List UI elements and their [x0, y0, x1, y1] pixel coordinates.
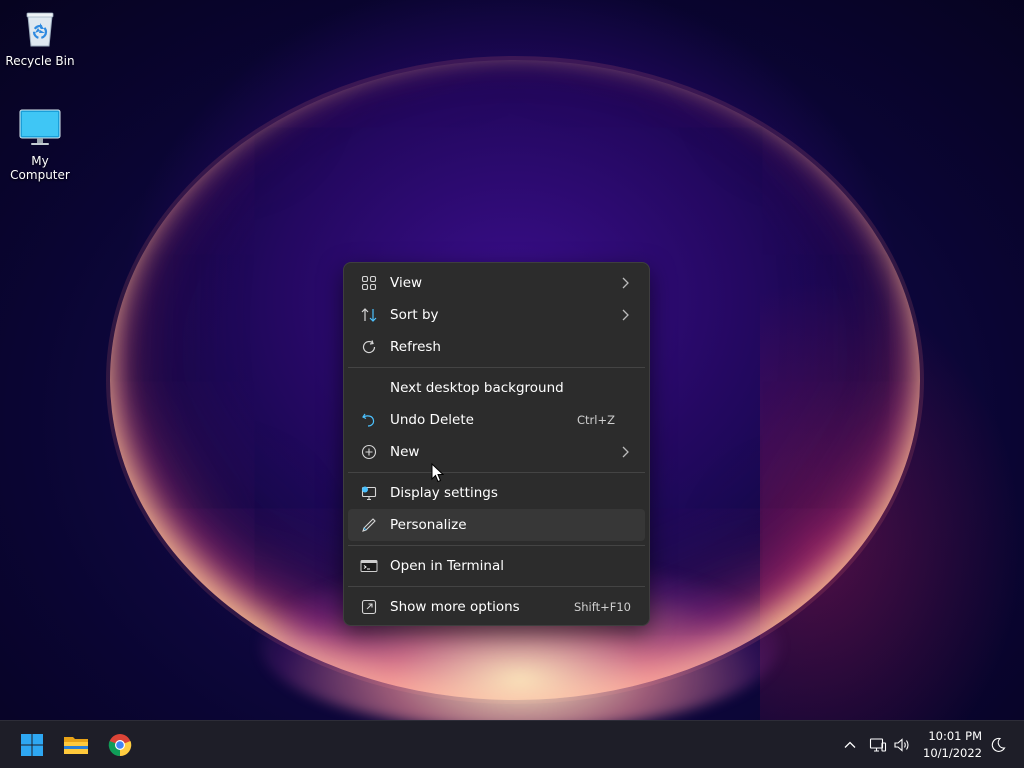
- desktop-icon-label: My Computer: [10, 154, 70, 182]
- menu-item-label: Personalize: [390, 517, 467, 533]
- plus-circle-icon: [360, 443, 378, 461]
- chrome-button[interactable]: [104, 729, 136, 761]
- windows-logo-icon: [21, 734, 43, 756]
- taskbar-clock[interactable]: 10:01 PM 10/1/2022: [918, 728, 982, 762]
- clock-date: 10/1/2022: [923, 746, 982, 760]
- volume-icon: [894, 738, 909, 752]
- menu-item-view[interactable]: View: [348, 267, 645, 299]
- display-settings-icon: [360, 484, 378, 502]
- chevron-up-icon: [844, 741, 856, 748]
- grid-icon: [360, 274, 378, 292]
- file-explorer-button[interactable]: [60, 729, 92, 761]
- menu-item-next-desktop-background[interactable]: Next desktop background: [348, 372, 645, 404]
- desktop-context-menu: View Sort by Refresh Next desktop backgr…: [343, 262, 650, 626]
- recycle-bin-icon: [26, 12, 54, 47]
- chevron-right-icon: [622, 309, 629, 321]
- menu-item-label: Sort by: [390, 307, 439, 323]
- focus-assist-button[interactable]: [986, 733, 1010, 757]
- sort-arrows-icon: [360, 306, 378, 324]
- menu-separator: [348, 545, 645, 546]
- menu-item-shortcut: Ctrl+Z: [577, 413, 615, 427]
- volume-button[interactable]: [890, 733, 914, 757]
- menu-item-shortcut: Shift+F10: [573, 600, 631, 614]
- chevron-right-icon: [622, 446, 629, 458]
- menu-separator: [348, 367, 645, 368]
- menu-item-label: Refresh: [390, 339, 441, 355]
- network-icon: [869, 738, 887, 752]
- desktop-icon-recycle-bin[interactable]: Recycle Bin: [0, 6, 80, 68]
- share-external-icon: [360, 598, 378, 616]
- menu-item-refresh[interactable]: Refresh: [348, 331, 645, 363]
- chevron-right-icon: [622, 277, 629, 289]
- menu-item-sort-by[interactable]: Sort by: [348, 299, 645, 331]
- menu-item-label: Undo Delete: [390, 412, 474, 428]
- chrome-icon: [108, 734, 132, 757]
- menu-item-label: View: [390, 275, 423, 291]
- desktop-icon-label: Recycle Bin: [5, 54, 75, 68]
- menu-item-open-in-terminal[interactable]: Open in Terminal: [348, 550, 645, 582]
- moon-icon: [991, 737, 1006, 752]
- network-button[interactable]: [866, 733, 890, 757]
- menu-item-undo-delete[interactable]: Undo Delete Ctrl+Z: [348, 404, 645, 436]
- undo-icon: [360, 411, 378, 429]
- monitor-icon: [19, 109, 61, 145]
- refresh-icon: [360, 338, 378, 356]
- show-hidden-icons-button[interactable]: [838, 733, 862, 757]
- menu-item-label: Next desktop background: [390, 380, 564, 396]
- menu-item-label: Open in Terminal: [390, 558, 504, 574]
- taskbar: 10:01 PM 10/1/2022: [0, 720, 1024, 768]
- folder-icon: [64, 737, 88, 754]
- menu-item-label: Show more options: [390, 599, 520, 615]
- menu-item-personalize[interactable]: Personalize: [348, 509, 645, 541]
- menu-separator: [348, 472, 645, 473]
- menu-item-new[interactable]: New: [348, 436, 645, 468]
- menu-item-show-more-options[interactable]: Show more options Shift+F10: [348, 591, 645, 623]
- menu-item-display-settings[interactable]: Display settings: [348, 477, 645, 509]
- pen-icon: [360, 516, 378, 534]
- menu-separator: [348, 586, 645, 587]
- desktop-icon-my-computer[interactable]: My Computer: [0, 106, 80, 182]
- mouse-cursor-icon: [431, 463, 445, 483]
- terminal-icon: [360, 557, 378, 575]
- clock-time: 10:01 PM: [928, 729, 982, 743]
- menu-item-label: New: [390, 444, 420, 460]
- menu-item-label: Display settings: [390, 485, 498, 501]
- start-button[interactable]: [16, 729, 48, 761]
